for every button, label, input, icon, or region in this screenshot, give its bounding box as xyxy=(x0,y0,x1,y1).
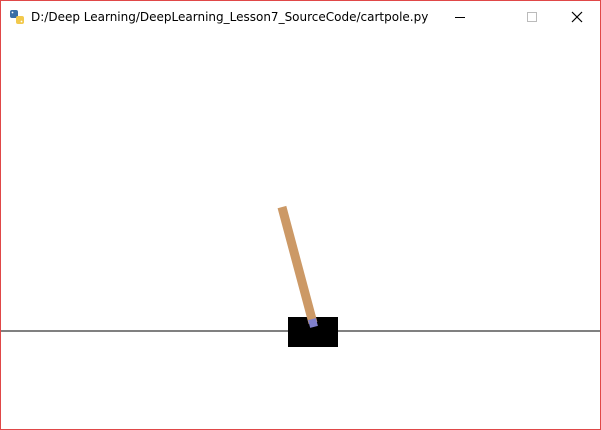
app-window: D:/Deep Learning/DeepLearning_Lesson7_So… xyxy=(0,0,601,430)
pole xyxy=(277,205,318,325)
cartpole-scene xyxy=(1,205,600,347)
window-title: D:/Deep Learning/DeepLearning_Lesson7_So… xyxy=(31,10,429,24)
close-button[interactable] xyxy=(554,1,600,32)
minimize-button[interactable] xyxy=(437,1,483,32)
title-bar[interactable]: D:/Deep Learning/DeepLearning_Lesson7_So… xyxy=(1,1,600,32)
maximize-button[interactable] xyxy=(509,1,555,32)
close-icon xyxy=(571,11,583,22)
maximize-icon xyxy=(527,11,537,22)
render-canvas xyxy=(1,32,600,429)
minimize-icon xyxy=(455,16,465,18)
python-icon xyxy=(9,9,25,25)
